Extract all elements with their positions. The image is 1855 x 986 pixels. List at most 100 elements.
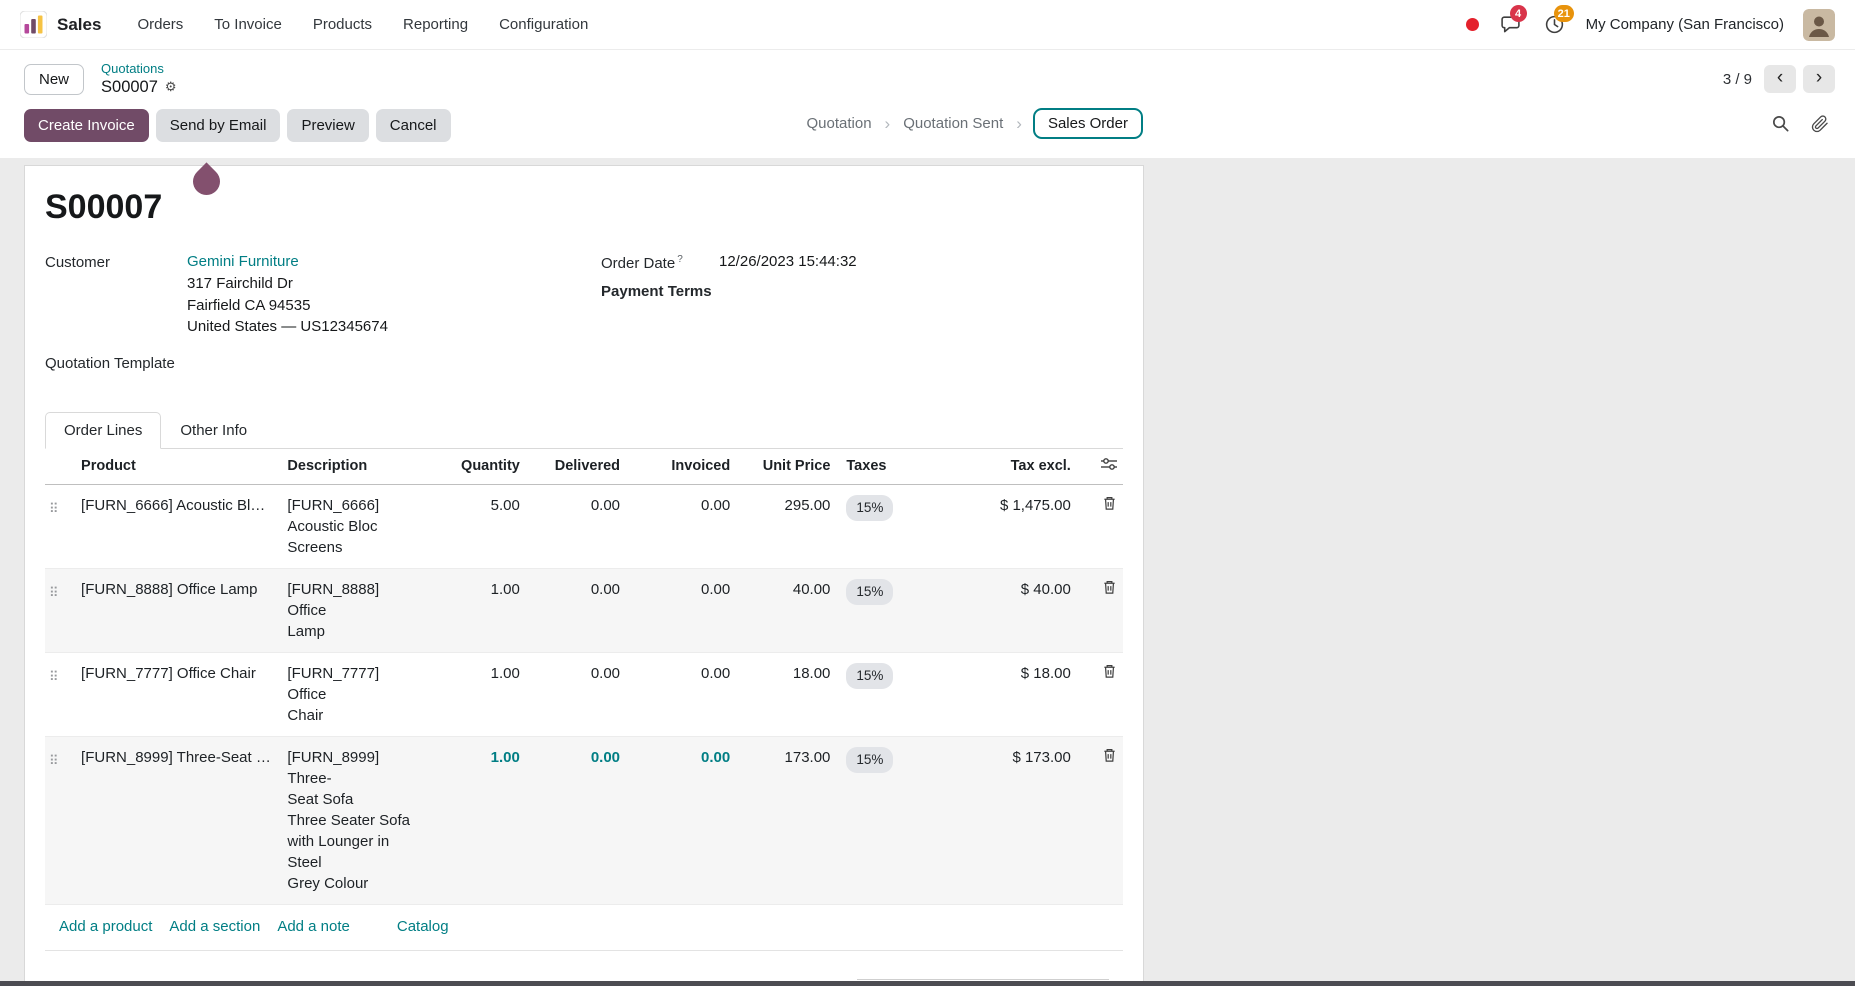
- order-line-row: ⠿ [FURN_6666] Acoustic Bloc Scr… [FURN_6…: [45, 484, 1123, 568]
- search-icon[interactable]: [1771, 114, 1790, 133]
- systray: 4 21 My Company (San Francisco): [1466, 9, 1835, 41]
- cell-quantity[interactable]: 1.00: [430, 568, 528, 652]
- cell-product[interactable]: [FURN_8888] Office Lamp: [73, 568, 279, 652]
- help-icon: ?: [677, 254, 683, 265]
- catalog-link[interactable]: Catalog: [397, 918, 449, 935]
- cancel-button[interactable]: Cancel: [376, 109, 451, 142]
- cell-invoiced[interactable]: 0.00: [628, 568, 738, 652]
- delete-line-trash-icon[interactable]: [1079, 652, 1123, 736]
- cell-invoiced[interactable]: 0.00: [628, 484, 738, 568]
- cell-product[interactable]: [FURN_7777] Office Chair: [73, 652, 279, 736]
- cell-product[interactable]: [FURN_8999] Three-Seat Sofa: [73, 736, 279, 904]
- tax-badge: 15%: [846, 495, 893, 521]
- statusbar: Quotation › Quotation Sent › Sales Order: [804, 108, 1143, 139]
- cell-description[interactable]: [FURN_6666] Acoustic Bloc Screens: [279, 484, 429, 568]
- user-avatar[interactable]: [1803, 9, 1835, 41]
- form-sheet: S00007 Customer Gemini Furniture 317 Fai…: [24, 165, 1144, 981]
- cell-taxes[interactable]: 15%: [838, 652, 926, 736]
- order-date-label: Order Date?: [601, 253, 719, 272]
- drag-handle-icon[interactable]: ⠿: [45, 736, 73, 904]
- tax-badge: 15%: [846, 579, 893, 605]
- description-line: Chair: [287, 705, 421, 726]
- column-header-description: Description: [279, 449, 429, 485]
- delete-line-trash-icon[interactable]: [1079, 568, 1123, 652]
- messages-icon[interactable]: 4: [1498, 12, 1523, 37]
- tab-other-info[interactable]: Other Info: [161, 412, 266, 449]
- action-bar: Create Invoice Send by Email Preview Can…: [0, 104, 1855, 158]
- cell-unit-price[interactable]: 173.00: [738, 736, 838, 904]
- activities-badge: 21: [1554, 5, 1574, 22]
- status-quotation[interactable]: Quotation: [804, 109, 873, 138]
- cell-quantity[interactable]: 1.00: [430, 652, 528, 736]
- cell-unit-price[interactable]: 40.00: [738, 568, 838, 652]
- breadcrumb-quotations-link[interactable]: Quotations: [101, 61, 177, 77]
- drag-handle-icon[interactable]: ⠿: [45, 484, 73, 568]
- send-by-email-button[interactable]: Send by Email: [156, 109, 281, 142]
- record-indicator-icon: [1466, 18, 1479, 31]
- preview-button[interactable]: Preview: [287, 109, 368, 142]
- column-header-delivered: Delivered: [528, 449, 628, 485]
- tab-order-lines[interactable]: Order Lines: [45, 412, 161, 449]
- status-sales-order[interactable]: Sales Order: [1033, 108, 1143, 139]
- column-header-product: Product: [73, 449, 279, 485]
- cell-delivered[interactable]: 0.00: [528, 652, 628, 736]
- company-switcher[interactable]: My Company (San Francisco): [1586, 16, 1784, 33]
- cell-delivered[interactable]: 0.00: [528, 736, 628, 904]
- order-date-value[interactable]: 12/26/2023 15:44:32: [719, 253, 857, 272]
- cell-description[interactable]: [FURN_8888] Office Lamp: [279, 568, 429, 652]
- cell-description[interactable]: [FURN_8999] Three- Seat Sofa Three Seate…: [279, 736, 429, 904]
- cell-unit-price[interactable]: 18.00: [738, 652, 838, 736]
- attachment-paperclip-icon[interactable]: [1811, 115, 1829, 133]
- cell-quantity[interactable]: 5.00: [430, 484, 528, 568]
- drag-handle-icon[interactable]: ⠿: [45, 652, 73, 736]
- window-edge: [0, 981, 1855, 986]
- chevron-right-icon: ›: [885, 114, 891, 134]
- menu-configuration[interactable]: Configuration: [497, 12, 590, 37]
- cell-taxes[interactable]: 15%: [838, 736, 926, 904]
- description-line: [FURN_6666]: [287, 495, 421, 516]
- cell-delivered[interactable]: 0.00: [528, 484, 628, 568]
- description-line: Screens: [287, 537, 421, 558]
- cell-subtotal: $ 40.00: [927, 568, 1079, 652]
- breadcrumb: Quotations S00007 ⚙: [101, 61, 177, 98]
- add-a-product-link[interactable]: Add a product: [59, 918, 152, 935]
- menu-reporting[interactable]: Reporting: [401, 12, 470, 37]
- description-line: with Lounger in Steel: [287, 831, 421, 873]
- customer-address-line: 317 Fairchild Dr: [187, 273, 388, 295]
- pager-previous-button[interactable]: ‹: [1764, 65, 1796, 93]
- description-line: Lamp: [287, 621, 421, 642]
- new-button[interactable]: New: [24, 64, 84, 95]
- cell-invoiced[interactable]: 0.00: [628, 736, 738, 904]
- cell-invoiced[interactable]: 0.00: [628, 652, 738, 736]
- activities-clock-icon[interactable]: 21: [1542, 12, 1567, 37]
- cell-delivered[interactable]: 0.00: [528, 568, 628, 652]
- actions-gear-icon[interactable]: ⚙: [165, 79, 177, 95]
- column-header-subtotal: Tax excl.: [927, 449, 1079, 485]
- messages-badge: 4: [1510, 5, 1527, 22]
- customer-label: Customer: [45, 253, 187, 338]
- column-header-handle: [45, 449, 73, 485]
- menu-to-invoice[interactable]: To Invoice: [212, 12, 284, 37]
- delete-line-trash-icon[interactable]: [1079, 484, 1123, 568]
- status-quotation-sent[interactable]: Quotation Sent: [901, 109, 1005, 138]
- customer-link[interactable]: Gemini Furniture: [187, 253, 299, 270]
- column-header-quantity: Quantity: [430, 449, 528, 485]
- terms-and-conditions-placeholder[interactable]: Terms and conditions...: [59, 979, 857, 982]
- add-a-section-link[interactable]: Add a section: [169, 918, 260, 935]
- optional-columns-toggle-icon[interactable]: [1079, 449, 1123, 485]
- pager-next-button[interactable]: ›: [1803, 65, 1835, 93]
- sales-app-icon[interactable]: [20, 11, 47, 38]
- add-a-note-link[interactable]: Add a note: [277, 918, 350, 935]
- cell-unit-price[interactable]: 295.00: [738, 484, 838, 568]
- cell-taxes[interactable]: 15%: [838, 484, 926, 568]
- menu-products[interactable]: Products: [311, 12, 374, 37]
- cell-taxes[interactable]: 15%: [838, 568, 926, 652]
- menu-orders[interactable]: Orders: [135, 12, 185, 37]
- cell-description[interactable]: [FURN_7777] Office Chair: [279, 652, 429, 736]
- delete-line-trash-icon[interactable]: [1079, 736, 1123, 904]
- cell-quantity[interactable]: 1.00: [430, 736, 528, 904]
- app-name[interactable]: Sales: [57, 15, 101, 35]
- create-invoice-button[interactable]: Create Invoice: [24, 109, 149, 142]
- cell-product[interactable]: [FURN_6666] Acoustic Bloc Scr…: [73, 484, 279, 568]
- drag-handle-icon[interactable]: ⠿: [45, 568, 73, 652]
